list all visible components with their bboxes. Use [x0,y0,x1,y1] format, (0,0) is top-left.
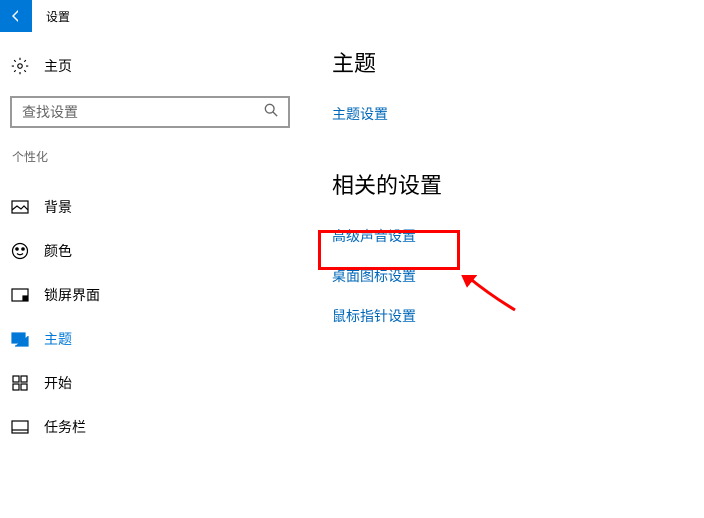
search-icon [264,103,278,122]
arrow-left-icon [8,8,24,24]
start-icon [10,375,30,391]
sidebar-item-lockscreen[interactable]: 锁屏界面 [10,273,300,317]
theme-icon [10,332,30,347]
main-content: 主题 主题设置 相关的设置 高级声音设置 桌面图标设置 鼠标指针设置 [300,46,704,449]
lockscreen-icon [10,288,30,302]
home-label: 主页 [44,56,72,76]
gear-icon [10,57,30,75]
link-theme-settings[interactable]: 主题设置 [332,104,704,124]
category-label: 个性化 [10,148,300,165]
link-advanced-sound[interactable]: 高级声音设置 [332,226,704,246]
picture-icon [10,200,30,214]
sidebar-item-background[interactable]: 背景 [10,185,300,229]
sidebar-item-start[interactable]: 开始 [10,361,300,405]
header: 设置 [0,0,704,32]
sidebar-item-colors[interactable]: 颜色 [10,229,300,273]
nav-label: 锁屏界面 [44,285,100,305]
search-field[interactable] [22,104,264,120]
nav-label: 开始 [44,373,72,393]
sidebar-item-themes[interactable]: 主题 [10,317,300,361]
back-button[interactable] [0,0,32,32]
nav-label: 主题 [44,329,72,349]
link-mouse-pointer[interactable]: 鼠标指针设置 [332,306,704,326]
nav-label: 背景 [44,197,72,217]
nav-label: 任务栏 [44,417,86,437]
link-desktop-icons[interactable]: 桌面图标设置 [332,266,704,286]
taskbar-icon [10,420,30,434]
search-input[interactable] [10,96,290,128]
section-title-related: 相关的设置 [332,168,704,200]
window-title: 设置 [46,8,70,25]
palette-icon [10,242,30,260]
nav-label: 颜色 [44,241,72,261]
sidebar: 主页 个性化 背景 颜色 锁屏界面 [0,46,300,449]
sidebar-item-taskbar[interactable]: 任务栏 [10,405,300,449]
home-button[interactable]: 主页 [10,46,300,86]
section-title-themes: 主题 [332,46,704,78]
